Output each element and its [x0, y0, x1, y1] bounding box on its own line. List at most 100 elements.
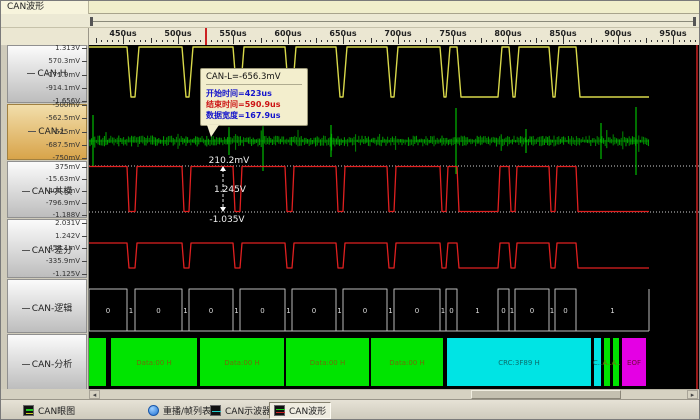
taskbar-item-replay-framelist[interactable]: 重播/帧列表 [144, 402, 215, 419]
logic-bit-label: 1 [475, 307, 479, 315]
tooltip-tail [207, 125, 219, 137]
logic-bit-label: 1 [234, 307, 238, 315]
scale-tick [82, 248, 87, 249]
taskbar-item-can-scope[interactable]: CAN示波器 [206, 402, 275, 419]
ruler-tick [464, 40, 465, 42]
ruler-tick [316, 38, 317, 43]
scroll-left-button[interactable]: ◂ [89, 390, 100, 399]
scale-label: -15.63mV [46, 175, 80, 183]
tooltip-line-0: 开始时间=423us [206, 88, 302, 99]
ruler-tick [200, 40, 201, 42]
pan-handle-left[interactable] [90, 17, 93, 26]
scale-label: -1.125V [53, 270, 80, 278]
ruler-tick [360, 40, 361, 42]
ruler-tick [695, 40, 696, 42]
channel-sidebar: CAN-H1.313V570.3mV-171.9mV-914.1mV-1.656… [1, 45, 89, 391]
ruler-tick [112, 40, 113, 42]
scale-label: -687.5mV [46, 141, 80, 149]
tooltip-line-1: 结束时间=590.9us [206, 99, 302, 110]
ruler-tick [635, 40, 636, 42]
ruler-tick [497, 40, 498, 42]
ruler-tick [580, 40, 581, 42]
channel-name-label: CAN-分析 [32, 360, 72, 370]
analysis-block-label: EOF [627, 359, 641, 367]
tab-can-waveform[interactable]: CAN波形 [1, 1, 89, 14]
ruler-tick [459, 40, 460, 42]
ruler-tick [596, 40, 597, 42]
scale-tick [82, 158, 87, 159]
ruler-label: 750us [439, 29, 466, 38]
scale-tick [82, 61, 87, 62]
logic-bit-label: 0 [312, 307, 316, 315]
ruler-tick [365, 40, 366, 42]
logic-bit-label: 0 [209, 307, 213, 315]
pan-handle-right[interactable] [693, 17, 696, 26]
analysis-block-label: A.. [602, 359, 611, 367]
ruler-tick [431, 40, 432, 42]
tooltip-line-2: 数据宽度=167.9us [206, 110, 302, 121]
logic-bit-label: 0 [449, 307, 453, 315]
ruler-tick [332, 40, 333, 42]
ruler-tick [96, 38, 97, 43]
ruler-tick [657, 40, 658, 42]
ruler-tick [145, 40, 146, 42]
analysis-block-label: Data:00 H [136, 359, 171, 367]
ruler-tick [503, 40, 504, 42]
ruler-tick [129, 40, 130, 42]
scroll-thumb[interactable] [471, 390, 621, 399]
ruler-label: 500us [164, 29, 191, 38]
pan-track [91, 21, 695, 22]
taskbar-item-can-waveform[interactable]: CAN波形 [269, 402, 331, 419]
waveform-plot[interactable]: 210.2mV1.245V-1.035V01010101010101010101… [89, 45, 699, 389]
ruler-tick [420, 40, 421, 42]
ruler-tick [640, 40, 641, 42]
ruler-tick [228, 40, 229, 42]
analysis-block-label: CRC:3F89 H [498, 359, 540, 367]
horizontal-scrollbar[interactable]: ◂ ▸ [89, 389, 699, 399]
analysis-block[interactable] [89, 338, 106, 386]
ruler-tick [294, 40, 295, 42]
ruler-tick [530, 40, 531, 42]
ruler-tick [519, 40, 520, 42]
ruler-tick [156, 40, 157, 42]
channel-dash [22, 308, 30, 309]
scale-tick [82, 75, 87, 76]
measure-bottom-label: -1.035V [209, 215, 245, 225]
replay-icon [148, 405, 159, 416]
ruler-tick [486, 40, 487, 42]
ruler-tick [222, 40, 223, 42]
ruler-tick [481, 38, 482, 43]
ruler-tick [173, 40, 174, 42]
ruler-tick [321, 40, 322, 42]
bottom-taskbar: CAN眼图 重播/帧列表 CAN示波器 CAN波形 [1, 399, 700, 420]
ruler-tick [371, 38, 372, 43]
analysis-block-label: A.. [611, 359, 620, 367]
ruler-tick [558, 40, 559, 42]
time-ruler[interactable]: 450us500us550us600us650us700us750us800us… [89, 28, 699, 45]
scale-tick [82, 118, 87, 119]
channel-dash [27, 73, 35, 74]
scale-tick [82, 179, 87, 180]
ruler-cursor[interactable] [205, 28, 207, 45]
ruler-tick [211, 40, 212, 42]
scale-tick [82, 261, 87, 262]
can-waveform-icon [274, 405, 285, 416]
taskbar-item-can-eye[interactable]: CAN眼图 [19, 402, 79, 419]
scale-label: -1.188V [53, 211, 80, 219]
ruler-tick [646, 38, 647, 43]
scale-tick [82, 88, 87, 89]
channel-box-CAN-分析[interactable]: CAN-分析 [7, 334, 87, 390]
ruler-tick [217, 40, 218, 42]
ruler-tick [244, 40, 245, 42]
ruler-tick [239, 40, 240, 42]
ruler-label: 450us [109, 29, 136, 38]
scale-label: -335.9mV [46, 257, 80, 265]
taskbar-item-label: CAN示波器 [225, 404, 271, 417]
ruler-tick [679, 40, 680, 42]
ruler-tick [585, 40, 586, 42]
timeline-pan-bar[interactable] [1, 14, 700, 28]
scroll-right-button[interactable]: ▸ [687, 390, 698, 399]
channel-box-CAN-逻辑[interactable]: CAN-逻辑 [7, 279, 87, 333]
channel-dash [22, 364, 30, 365]
ruler-tick [272, 40, 273, 42]
